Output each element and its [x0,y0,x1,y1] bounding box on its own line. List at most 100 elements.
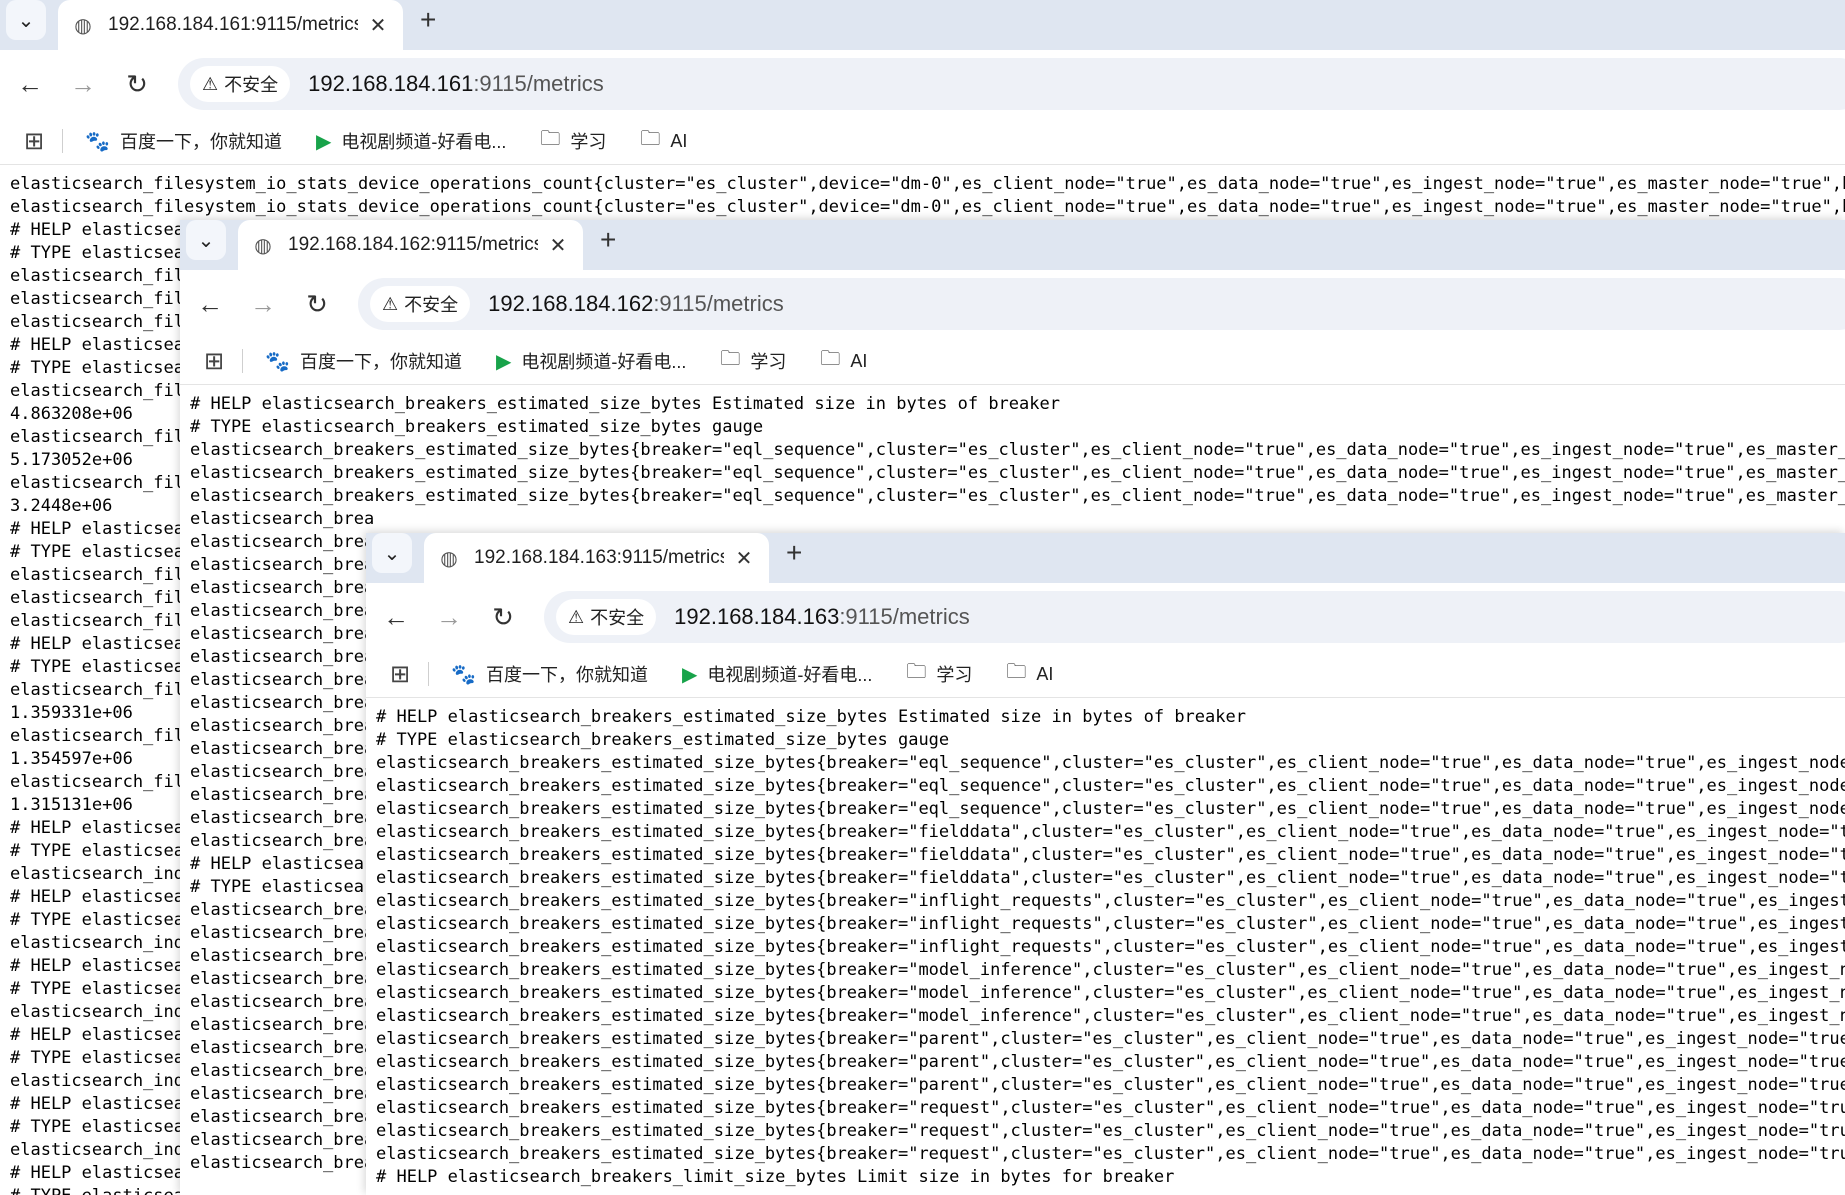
folder-icon: 🗀 [540,128,561,150]
new-tab-plus-icon[interactable]: + [420,4,436,36]
url-host: 192.168.184.161 [308,71,474,96]
globe-icon: ◍ [74,14,92,37]
tab-strip: ⌄ ◍ 192.168.184.161:9115/metrics ✕ + [0,0,1845,50]
metric-line: elasticsearch_breakers_estimated_size_by… [376,799,1845,819]
metric-line: elasticsearch_brea [190,509,375,529]
metric-line: elasticsearch_breakers_estimated_size_by… [376,1098,1845,1118]
bookmark-tv[interactable]: ▶ 电视剧频道-好看电... [682,661,872,687]
reload-icon[interactable]: ↻ [483,597,523,637]
bookmark-folder-study[interactable]: 🗀 学习 [720,344,786,378]
url-text[interactable]: 192.168.184.161:9115/metrics [308,71,604,97]
forward-arrow-icon[interactable]: → [63,64,103,104]
tab-title: 192.168.184.161:9115/metrics [108,14,358,35]
back-arrow-icon[interactable]: ← [376,597,416,637]
forward-arrow-icon[interactable]: → [243,284,283,324]
play-icon: ▶ [682,663,698,686]
metric-line: elasticsearch_breakers_estimated_size_by… [376,937,1845,957]
metric-line: elasticsearch_breakers_estimated_size_by… [376,1144,1845,1164]
bookmark-folder-ai[interactable]: 🗀 AI [820,344,867,378]
close-icon[interactable]: ✕ [366,13,390,38]
active-tab[interactable]: ◍ 192.168.184.161:9115/metrics ✕ [58,0,403,50]
bookmark-folder-study[interactable]: 🗀 学习 [906,657,972,691]
bookmark-separator [62,129,64,153]
active-tab[interactable]: ◍ 192.168.184.162:9115/metrics ✕ [238,220,583,270]
metric-line: elasticsearch_breakers_estimated_size_by… [376,983,1845,1003]
back-arrow-icon[interactable]: ← [190,284,230,324]
play-icon: ▶ [316,130,332,153]
back-arrow-icon[interactable]: ← [10,64,50,104]
metric-line: elasticsearch_breakers_estimated_size_by… [376,776,1845,796]
bookmark-baidu[interactable]: 🐾 百度一下，你就知道 [451,661,648,687]
metric-line: elasticsearch_filesystem_io_stats_device… [10,174,1845,194]
address-bar[interactable]: ⚠ 不安全 192.168.184.163:9115/metrics [544,591,1845,643]
tab-strip: ⌄ ◍ 192.168.184.163:9115/metrics ✕ + [366,533,1845,583]
apps-grid-icon[interactable]: ⊞ [204,347,224,376]
new-tab-plus-icon[interactable]: + [600,224,616,256]
tab-strip: ⌄ ◍ 192.168.184.162:9115/metrics ✕ + [180,220,1845,270]
warning-triangle-icon: ⚠ [202,73,219,94]
toolbar: ← → ↻ ⚠ 不安全 192.168.184.163:9115/metrics [366,583,1845,651]
bookmark-folder-study[interactable]: 🗀 学习 [540,124,606,158]
play-icon: ▶ [496,350,512,373]
forward-arrow-icon[interactable]: → [429,597,469,637]
bookmark-tv[interactable]: ▶ 电视剧频道-好看电... [316,128,506,154]
folder-icon: 🗀 [820,348,841,370]
tab-search-chevron-icon[interactable]: ⌄ [186,220,226,260]
metrics-text: # HELP elasticsearch_breakers_estimated_… [366,698,1845,1195]
metric-line: elasticsearch_breakers_estimated_size_by… [190,440,1845,460]
url-path: :9115/metrics [473,71,604,96]
metric-line: # TYPE elasticsearch_breakers_estimated_… [190,417,764,437]
toolbar: ← → ↻ ⚠ 不安全 192.168.184.161:9115/metrics [0,50,1845,118]
bookmark-label: AI [670,130,688,151]
bookmark-label: AI [1036,663,1054,684]
address-bar[interactable]: ⚠ 不安全 192.168.184.162:9115/metrics [358,278,1845,330]
metric-line: elasticsearch_breakers_estimated_size_by… [376,1121,1845,1141]
apps-grid-icon[interactable]: ⊞ [24,127,44,156]
tab-title: 192.168.184.163:9115/metrics [474,547,724,568]
security-label: 不安全 [590,608,645,628]
metric-line: elasticsearch_breakers_estimated_size_by… [376,822,1845,842]
address-bar[interactable]: ⚠ 不安全 192.168.184.161:9115/metrics [178,58,1845,110]
metric-line: elasticsearch_filesystem_io_stats_device… [10,197,1845,217]
apps-grid-icon[interactable]: ⊞ [390,660,410,689]
bookmark-label: 电视剧频道-好看电... [521,352,687,372]
tab-search-chevron-icon[interactable]: ⌄ [372,533,412,573]
metric-line: elasticsearch_breakers_estimated_size_by… [190,463,1845,483]
bookmark-folder-ai[interactable]: 🗀 AI [1006,657,1053,691]
metric-line: elasticsearch_breakers_estimated_size_by… [376,868,1845,888]
security-label: 不安全 [224,75,279,95]
reload-icon[interactable]: ↻ [117,64,157,104]
metric-line: elasticsearch_breakers_estimated_size_by… [376,960,1845,980]
tab-title: 192.168.184.162:9115/metrics [288,234,538,255]
bookmark-label: 学习 [750,352,787,372]
url-path: :9115/metrics [653,291,784,316]
security-indicator[interactable]: ⚠ 不安全 [556,599,657,635]
url-text[interactable]: 192.168.184.162:9115/metrics [488,291,784,317]
metric-line: elasticsearch_breakers_estimated_size_by… [376,1029,1845,1049]
bookmark-separator [242,349,244,373]
bookmark-label: AI [850,350,868,371]
metric-line: elasticsearch_breakers_estimated_size_by… [376,1075,1845,1095]
close-icon[interactable]: ✕ [732,546,756,571]
bookmark-baidu[interactable]: 🐾 百度一下，你就知道 [85,128,282,154]
close-icon[interactable]: ✕ [546,233,570,258]
bookmark-separator [428,662,430,686]
security-indicator[interactable]: ⚠ 不安全 [190,66,291,102]
metric-line: elasticsearch_breakers_estimated_size_by… [376,1052,1845,1072]
bookmark-baidu[interactable]: 🐾 百度一下，你就知道 [265,348,462,374]
url-host: 192.168.184.162 [488,291,654,316]
security-indicator[interactable]: ⚠ 不安全 [370,286,471,322]
metric-line: elasticsearch_breakers_estimated_size_by… [376,845,1845,865]
bookmark-label: 学习 [936,665,973,685]
bookmark-folder-ai[interactable]: 🗀 AI [640,124,687,158]
tab-search-chevron-icon[interactable]: ⌄ [6,0,46,40]
warning-triangle-icon: ⚠ [382,293,399,314]
bookmark-tv[interactable]: ▶ 电视剧频道-好看电... [496,348,686,374]
reload-icon[interactable]: ↻ [297,284,337,324]
url-host: 192.168.184.163 [674,604,840,629]
new-tab-plus-icon[interactable]: + [786,537,802,569]
url-text[interactable]: 192.168.184.163:9115/metrics [674,604,970,630]
bookmarks-bar: ⊞ 🐾 百度一下，你就知道 ▶ 电视剧频道-好看电... 🗀 学习 🗀 AI [180,338,1845,385]
metric-line: # HELP elasticsearch_breakers_limit_size… [376,1167,1175,1187]
active-tab[interactable]: ◍ 192.168.184.163:9115/metrics ✕ [424,533,769,583]
